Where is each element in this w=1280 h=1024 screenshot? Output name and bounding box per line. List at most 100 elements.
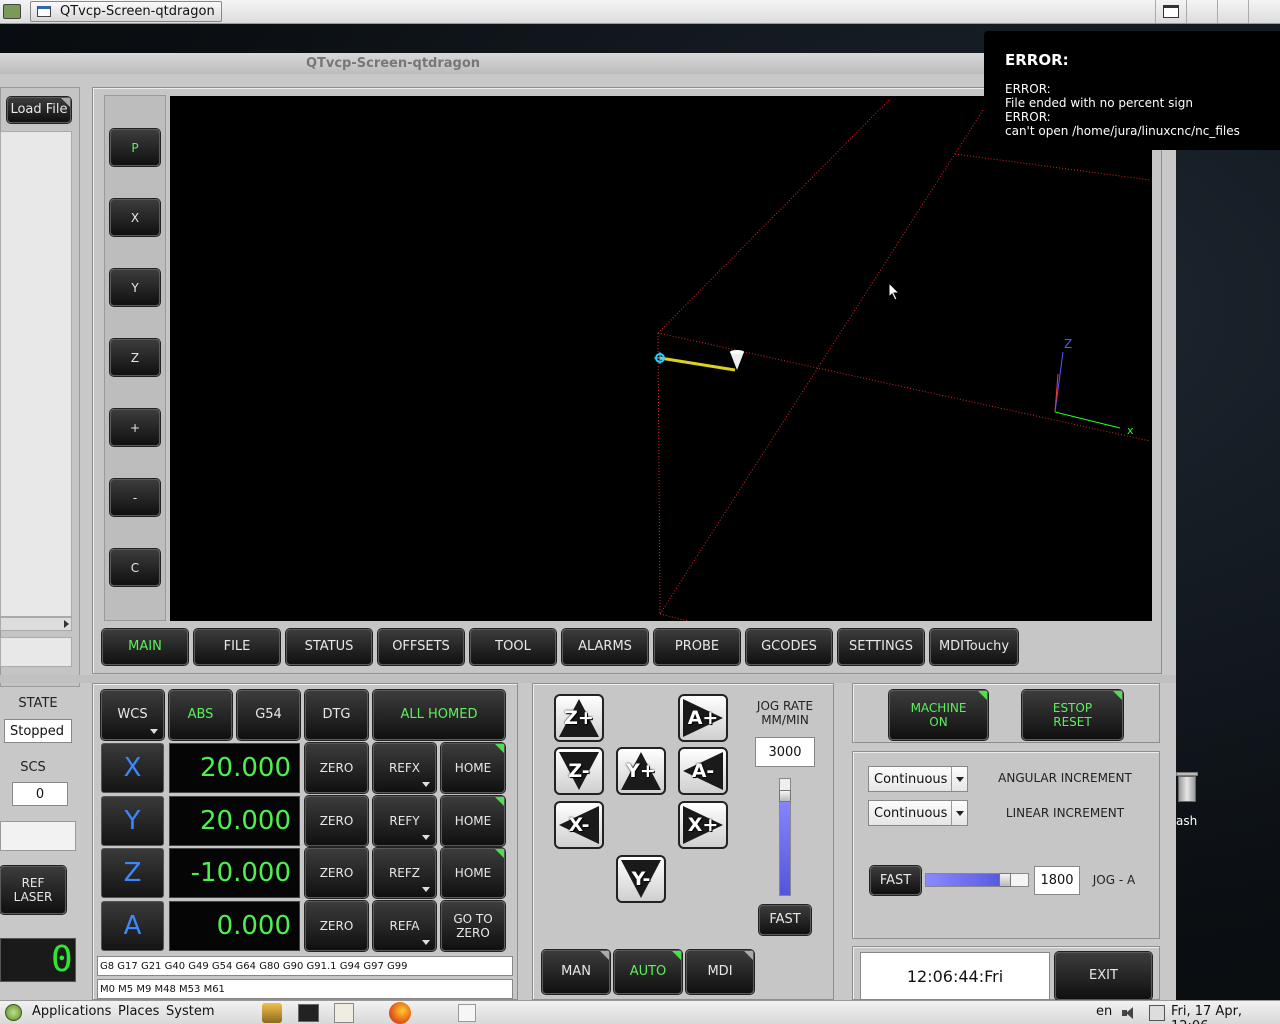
firefox-icon[interactable]	[389, 1002, 411, 1024]
axis-a-label[interactable]: A	[101, 900, 164, 951]
home-x-button-label: HOME	[454, 761, 492, 775]
boundary-line	[659, 613, 689, 621]
launcher-tool-icon[interactable]	[262, 1003, 282, 1023]
tab-mditouchy[interactable]: MDITouchy	[930, 629, 1018, 665]
jog-y-minus-button[interactable]: Y-	[616, 855, 666, 903]
jog-rate-handle[interactable]	[779, 790, 791, 802]
view-clear-button[interactable]: C	[110, 549, 160, 586]
dro-z-value: -10.000	[169, 848, 300, 898]
linear-increment-select[interactable]: Continuous	[868, 800, 968, 826]
text-editor-icon[interactable]	[334, 1003, 354, 1023]
show-desktop-button[interactable]	[1155, 0, 1186, 23]
dtg-button[interactable]: DTG	[305, 690, 368, 740]
jog-y-plus-button[interactable]: Y+	[616, 747, 666, 795]
dropdown-icon	[422, 939, 430, 945]
machine-on-button[interactable]: MACHINE ON	[889, 690, 988, 740]
view-x-button[interactable]: X	[110, 199, 160, 236]
jog-rate-slider[interactable]	[779, 778, 791, 896]
home-z-button[interactable]: HOME	[441, 848, 505, 898]
window-list-icon[interactable]	[458, 1004, 476, 1022]
estop-label-2: RESET	[1053, 715, 1092, 729]
terminal-icon[interactable]	[298, 1004, 319, 1022]
places-menu[interactable]: Places	[118, 1004, 159, 1019]
all-homed-button[interactable]: ALL HOMED	[373, 690, 505, 740]
network-icon[interactable]	[1149, 1005, 1165, 1021]
tab-probe[interactable]: PROBE	[654, 629, 740, 665]
load-file-button[interactable]: Load File	[7, 97, 71, 123]
view-button-label: Y	[131, 280, 139, 295]
zero-y-button[interactable]: ZERO	[305, 795, 368, 846]
zero-x-button[interactable]: ZERO	[305, 743, 368, 793]
tab-file[interactable]: FILE	[194, 629, 280, 665]
axis-y-label-label: Y	[124, 805, 141, 836]
angular-fast-button[interactable]: FAST	[870, 866, 921, 895]
tab-gcodes[interactable]: GCODES	[746, 629, 832, 665]
jog-z-plus-button[interactable]: Z+	[554, 694, 604, 742]
axis-z-label[interactable]: Z	[101, 848, 164, 898]
tab-offsets[interactable]: OFFSETS	[378, 629, 464, 665]
ref-laser-button[interactable]: REF LASER	[0, 866, 66, 914]
chevron-down-icon	[951, 801, 967, 825]
exit-button[interactable]: EXIT	[1055, 952, 1152, 1000]
taskbar-window-button[interactable]: QTvcp-Screen-qtdragon	[30, 1, 222, 22]
jog-a-minus-button[interactable]: A-	[678, 747, 728, 795]
show-desktop-icon	[1163, 5, 1179, 18]
view-p-button[interactable]: P	[110, 129, 160, 166]
wcs-button[interactable]: WCS	[101, 690, 164, 740]
system-menu[interactable]: System	[166, 1004, 214, 1019]
panel-spacer-2	[1217, 0, 1248, 23]
mode-auto-button[interactable]: AUTO	[614, 950, 682, 994]
jog-a-value[interactable]: 1800	[1034, 866, 1080, 895]
tool-cone-icon	[730, 352, 744, 370]
tab-settings[interactable]: SETTINGS	[838, 629, 924, 665]
trash-icon[interactable]	[1172, 770, 1200, 806]
tab-alarms[interactable]: ALARMS	[562, 629, 648, 665]
tab-main[interactable]: MAIN	[102, 629, 188, 665]
abs-button[interactable]: ABS	[169, 690, 232, 740]
jog-a-plus-button[interactable]: A+	[678, 694, 728, 742]
go-to-zero-a-button[interactable]: GO TO ZERO	[441, 900, 505, 951]
workspace-icon[interactable]	[3, 4, 21, 19]
clock-applet[interactable]: Fri, 17 Apr, 12:06	[1171, 1004, 1280, 1024]
mode-man-button[interactable]: MAN	[542, 950, 610, 994]
home-y-button[interactable]: HOME	[441, 795, 505, 846]
jog-z-minus-button[interactable]: Z-	[554, 747, 604, 795]
error-notification[interactable]: ERROR: ERROR: File ended with no percent…	[984, 31, 1280, 150]
ref-z-button[interactable]: REFZ	[373, 848, 436, 898]
file-list-scrollbar[interactable]	[0, 617, 72, 631]
angular-increment-select[interactable]: Continuous	[868, 766, 968, 792]
applications-menu[interactable]: Applications	[32, 1004, 111, 1019]
home-x-button[interactable]: HOME	[441, 743, 505, 793]
zero-z-button[interactable]: ZERO	[305, 848, 368, 898]
linear-increment-value: Continuous	[874, 805, 948, 821]
view-zoom-in-button[interactable]: +	[110, 409, 160, 446]
axis-x-label[interactable]: X	[101, 743, 164, 793]
tab-status[interactable]: STATUS	[286, 629, 372, 665]
ref-a-button[interactable]: REFA	[373, 900, 436, 951]
jog-fast-button[interactable]: FAST	[759, 905, 811, 935]
view-button-label: +	[129, 420, 141, 435]
view-y-button[interactable]: Y	[110, 269, 160, 306]
view-zoom-out-button[interactable]: -	[110, 479, 160, 516]
volume-icon[interactable]	[1121, 1005, 1137, 1021]
view-z-button[interactable]: Z	[110, 339, 160, 376]
jog-a-slider[interactable]	[925, 873, 1029, 887]
jog-rate-value[interactable]: 3000	[755, 737, 815, 767]
ref-z-button-label: REFZ	[388, 866, 421, 880]
axis-y-label[interactable]: Y	[101, 795, 164, 846]
bottom-panel: Applications Places System en Fri, 17 Ap…	[0, 1000, 1280, 1024]
g54-button[interactable]: G54	[237, 690, 300, 740]
jog-x-minus-button[interactable]: X-	[554, 801, 604, 849]
file-list[interactable]	[0, 131, 72, 617]
tab-tool[interactable]: TOOL	[470, 629, 556, 665]
mode-mdi-button[interactable]: MDI	[686, 950, 754, 994]
ref-x-button[interactable]: REFX	[373, 743, 436, 793]
notification-line: File ended with no percent sign	[1005, 96, 1193, 110]
estop-reset-button[interactable]: ESTOP RESET	[1022, 690, 1123, 740]
gcode-graphics-view[interactable]: x Z	[170, 96, 1152, 621]
ref-y-button[interactable]: REFY	[373, 795, 436, 846]
jog-a-handle[interactable]	[999, 873, 1011, 887]
keyboard-layout[interactable]: en	[1096, 1004, 1112, 1019]
zero-a-button[interactable]: ZERO	[305, 900, 368, 951]
jog-x-plus-button[interactable]: X+	[678, 801, 728, 849]
